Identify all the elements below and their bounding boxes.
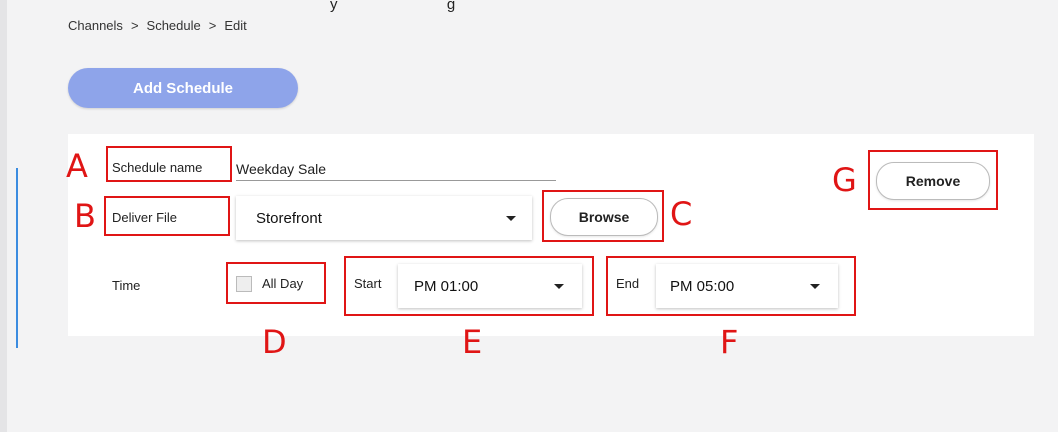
annotation-label-a: A [66, 147, 88, 185]
clipped-header-text: y g [330, 0, 456, 13]
breadcrumb-channels[interactable]: Channels [68, 18, 123, 33]
all-day-checkbox[interactable] [236, 276, 252, 292]
breadcrumb: Channels > Schedule > Edit [68, 18, 247, 33]
end-time-dropdown[interactable]: PM 05:00 [656, 264, 838, 308]
start-label: Start [354, 276, 382, 291]
all-day-label: All Day [262, 276, 304, 291]
annotation-label-f: F [720, 323, 739, 361]
chevron-down-icon [506, 215, 516, 221]
annotation-label-e: E [462, 323, 483, 361]
remove-button[interactable]: Remove [876, 162, 990, 200]
scroll-indicator [16, 168, 18, 348]
breadcrumb-schedule[interactable]: Schedule [147, 18, 201, 33]
chevron-down-icon [554, 283, 564, 289]
end-label: End [616, 276, 640, 291]
start-time-dropdown[interactable]: PM 01:00 [398, 264, 582, 308]
annotation-box-b [104, 196, 230, 236]
schedule-name-input[interactable] [236, 158, 556, 181]
breadcrumb-edit: Edit [224, 18, 247, 33]
breadcrumb-separator: > [130, 18, 139, 33]
time-label: Time [112, 278, 141, 293]
annotation-label-c: C [670, 195, 693, 233]
breadcrumb-separator: > [208, 18, 217, 33]
start-time-value: PM 01:00 [414, 277, 479, 295]
annotation-label-b: B [74, 197, 96, 235]
deliver-file-dropdown[interactable]: Storefront [236, 196, 532, 240]
deliver-file-value: Storefront [256, 209, 322, 227]
browse-button[interactable]: Browse [550, 198, 658, 236]
annotation-label-d: D [262, 323, 287, 361]
left-rail [0, 0, 7, 432]
end-time-value: PM 05:00 [670, 277, 735, 295]
chevron-down-icon [810, 283, 820, 289]
annotation-box-a [106, 146, 232, 182]
add-schedule-button[interactable]: Add Schedule [68, 68, 298, 108]
annotation-label-g: G [832, 161, 857, 199]
